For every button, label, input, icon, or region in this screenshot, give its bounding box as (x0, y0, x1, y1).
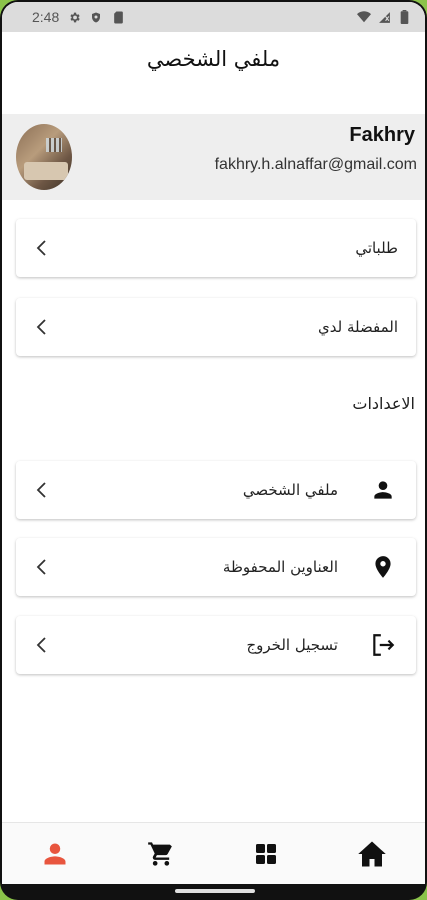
categories-icon (256, 843, 277, 864)
bottom-navigation (2, 822, 425, 884)
my-orders-label: طلباتي (355, 239, 398, 257)
settings-item-label: ملفي الشخصي (242, 481, 338, 499)
home-icon (358, 841, 386, 866)
sim-icon (111, 10, 125, 24)
signal-icon (377, 10, 391, 24)
settings-item-profile[interactable]: ملفي الشخصي (16, 461, 416, 519)
nav-home[interactable] (352, 834, 392, 874)
battery-icon (397, 10, 411, 24)
my-orders-item[interactable]: طلباتي (16, 219, 416, 277)
device-frame: 2:48 ملفي الشخصي Fakhry fakhry.h.alnaffa… (0, 0, 427, 900)
nav-profile[interactable] (35, 834, 75, 874)
location-pin-icon (375, 556, 391, 578)
settings-icon (67, 10, 81, 24)
settings-item-label: تسجيل الخروج (246, 636, 338, 654)
avatar-photo-bed (24, 162, 68, 180)
settings-item-addresses[interactable]: العناوين المحفوظة (16, 538, 416, 596)
nav-categories[interactable] (246, 834, 286, 874)
status-time: 2:48 (32, 9, 60, 25)
profile-icon (44, 843, 66, 864)
favorites-item[interactable]: المفضلة لدي (16, 298, 416, 356)
home-indicator[interactable] (175, 889, 255, 893)
app-screen: 2:48 ملفي الشخصي Fakhry fakhry.h.alnaffa… (2, 2, 425, 884)
chevron-left-icon (36, 637, 46, 653)
settings-item-logout[interactable]: تسجيل الخروج (16, 616, 416, 674)
profile-header: Fakhry fakhry.h.alnaffar@gmail.com (2, 114, 425, 200)
wifi-icon (357, 10, 371, 24)
chevron-left-icon (36, 482, 46, 498)
avatar[interactable] (16, 124, 72, 190)
person-icon (374, 481, 392, 499)
profile-email: fakhry.h.alnaffar@gmail.com (214, 156, 417, 173)
shield-icon (89, 10, 103, 24)
settings-item-label: العناوين المحفوظة (222, 558, 338, 576)
status-bar: 2:48 (2, 2, 425, 32)
chevron-left-icon (36, 240, 46, 256)
logout-icon (373, 634, 395, 656)
chevron-left-icon (36, 559, 46, 575)
settings-section-title: الاعدادات (352, 394, 415, 413)
status-left: 2:48 (32, 9, 125, 25)
profile-name: Fakhry (349, 124, 415, 146)
cart-icon (147, 841, 172, 866)
status-right (357, 10, 411, 24)
page-title: ملفي الشخصي (146, 47, 281, 71)
chevron-left-icon (36, 319, 46, 335)
favorites-label: المفضلة لدي (318, 318, 398, 336)
avatar-photo-window (46, 138, 62, 152)
nav-cart[interactable] (141, 834, 181, 874)
